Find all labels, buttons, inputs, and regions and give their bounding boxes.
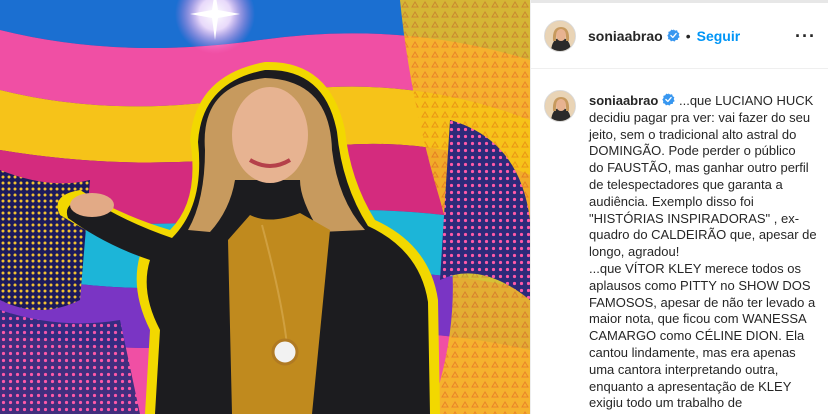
caption-text-block: soniaabrao ...que LUCIANO HUCK decidiu p…	[589, 93, 824, 414]
caption-avatar-image	[545, 91, 575, 121]
caption-body: ...que LUCIANO HUCK decidiu pagar pra ve…	[589, 93, 817, 414]
header-separator: •	[685, 27, 691, 44]
post-image[interactable]	[0, 0, 530, 414]
avatar-image	[545, 20, 575, 51]
more-options-icon[interactable]: ···	[795, 27, 816, 45]
author-avatar[interactable]	[544, 19, 576, 52]
caption-username[interactable]: soniaabrao	[589, 93, 658, 108]
follow-button[interactable]: Seguir	[697, 28, 741, 44]
caption-comment: soniaabrao ...que LUCIANO HUCK decidiu p…	[544, 90, 824, 414]
post-photo-illustration	[0, 0, 530, 414]
verified-badge-icon	[667, 29, 680, 42]
post-header: soniaabrao • Seguir ···	[531, 3, 828, 69]
caption-author-avatar[interactable]	[544, 90, 576, 122]
author-username[interactable]: soniaabrao	[588, 28, 663, 44]
post-sidebar: soniaabrao • Seguir ··· soniaabrao ...qu…	[530, 0, 828, 414]
caption-verified-badge-icon	[662, 93, 676, 106]
